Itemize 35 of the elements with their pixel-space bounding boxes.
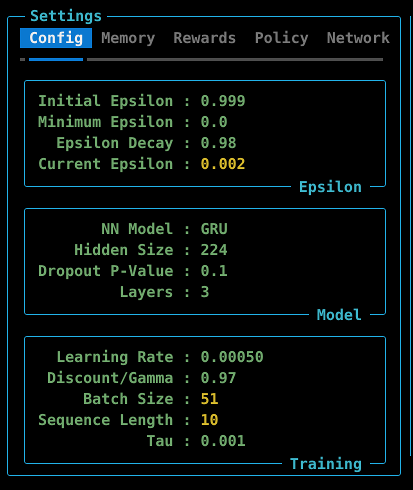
field-value: GRU (200, 219, 229, 240)
field-label: Layers : (118, 282, 192, 303)
field-value: 0.002 (200, 154, 247, 175)
tab[interactable]: Policy (246, 28, 318, 48)
field-value: 0.00050 (200, 347, 265, 368)
field-value: 0.1 (200, 261, 229, 282)
panel-title: Training (282, 454, 370, 474)
field-label: Dropout P-Value : (38, 261, 192, 282)
panel-title: Epsilon (290, 177, 370, 197)
field-value: 3 (200, 282, 211, 303)
field-label: Epsilon Decay : (55, 133, 192, 154)
field-label: Initial Epsilon : (38, 91, 192, 112)
window-title: Settings (25, 7, 108, 25)
field-value: 0.999 (200, 91, 247, 112)
field-value: 224 (200, 240, 229, 261)
field-label: Batch Size : (82, 389, 192, 410)
tab[interactable]: Memory (92, 28, 164, 48)
field-label: Hidden Size : (73, 240, 192, 261)
field-label: Learning Rate : (55, 347, 192, 368)
field-value: 51 (200, 389, 220, 410)
field-label: Current Epsilon : (38, 154, 192, 175)
field-label: Tau : (145, 431, 192, 452)
field-value: 10 (200, 410, 220, 431)
field-label: Discount/Gamma : (46, 368, 192, 389)
tab[interactable]: Rewards (164, 28, 246, 48)
field-value: 0.001 (200, 431, 247, 452)
field-value: 0.0 (200, 112, 229, 133)
field-label: NN Model : (100, 219, 192, 240)
active-tab-indicator (29, 58, 84, 61)
field-label: Sequence Length : (38, 410, 192, 431)
tab[interactable]: Network (318, 28, 399, 48)
tab[interactable]: Config (20, 28, 92, 48)
field-label: Minimum Epsilon : (38, 112, 192, 133)
field-value: 0.98 (200, 133, 238, 154)
field-value: 0.97 (200, 368, 238, 389)
